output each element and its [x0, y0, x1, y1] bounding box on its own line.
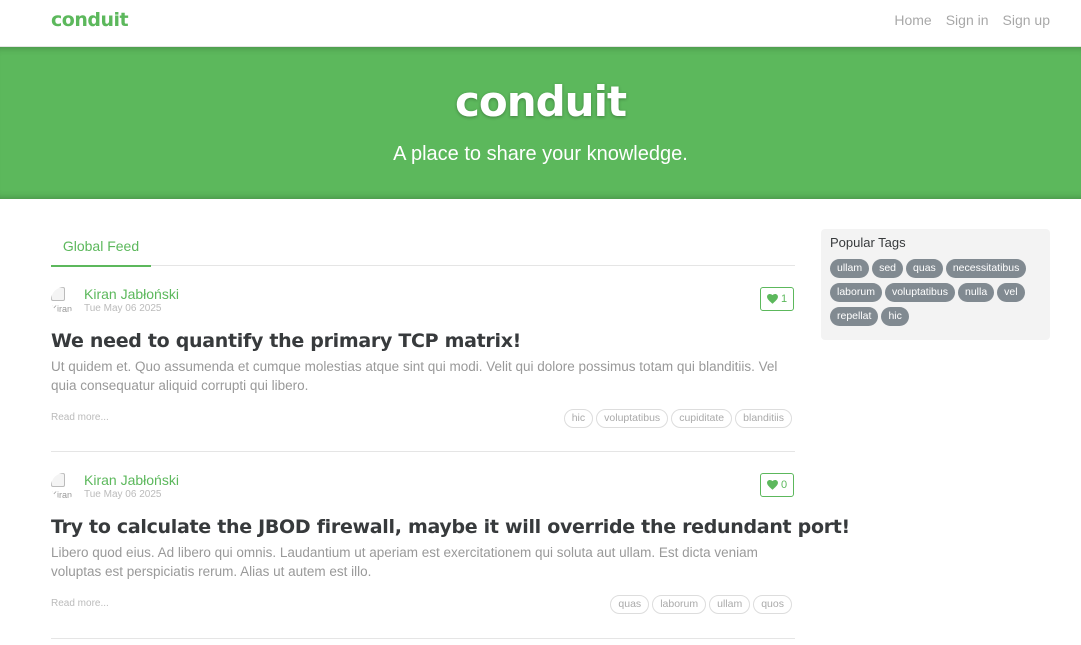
favorite-button[interactable]: 0	[760, 473, 794, 497]
article-tag: cupiditate	[671, 409, 733, 428]
popular-tag[interactable]: necessitatibus	[945, 259, 1027, 278]
nav-sign-in-link[interactable]: Sign in	[946, 12, 989, 28]
popular-tag[interactable]: nulla	[957, 283, 995, 302]
article-tag: ullam	[709, 595, 751, 614]
favorite-count: 1	[780, 293, 788, 305]
article-tag-list: hic voluptatibus cupiditate blanditiis	[563, 409, 792, 428]
avatar-alt: Kiran	[51, 490, 73, 499]
avatar[interactable]: Kiran	[51, 473, 77, 499]
popular-tag[interactable]: voluptatibus	[884, 283, 955, 302]
banner-subtitle: A place to share your knowledge.	[393, 143, 688, 165]
article-date: Tue May 06 2025	[84, 303, 162, 314]
article-description[interactable]: Libero quod eius. Ad libero qui omnis. L…	[51, 543, 795, 581]
article-tag: laborum	[652, 595, 707, 614]
tag-cloud: ullam sed quas necessitatibus laborum vo…	[830, 259, 1042, 326]
favorite-button[interactable]: 1	[760, 287, 794, 311]
nav-home-link[interactable]: Home	[894, 12, 931, 28]
nav-sign-up-link[interactable]: Sign up	[1003, 12, 1050, 28]
article-title[interactable]: Try to calculate the JBOD firewall, mayb…	[51, 516, 850, 538]
article-tag: hic	[563, 409, 594, 428]
popular-tag[interactable]: vel	[997, 283, 1025, 302]
article-tag: quas	[610, 595, 650, 614]
popular-tag[interactable]: sed	[872, 259, 904, 278]
read-more-link[interactable]: Read more...	[51, 412, 109, 423]
author-link[interactable]: Kiran Jabłoński	[84, 472, 179, 488]
popular-tags-sidebar: Popular Tags ullam sed quas necessitatib…	[821, 229, 1050, 340]
heart-icon	[766, 294, 778, 304]
banner-title: conduit	[454, 77, 627, 126]
popular-tag[interactable]: ullam	[830, 259, 870, 278]
favorite-count: 0	[780, 479, 788, 491]
brand-logo[interactable]: conduit	[51, 9, 129, 31]
popular-tag[interactable]: quas	[906, 259, 943, 278]
hero-banner: conduit A place to share your knowledge.	[0, 47, 1081, 199]
read-more-link[interactable]: Read more...	[51, 598, 109, 609]
nav-links: Home Sign in Sign up	[894, 12, 1050, 28]
popular-tag[interactable]: laborum	[830, 283, 882, 302]
navbar: conduit Home Sign in Sign up	[0, 0, 1081, 47]
article-tag: blanditiis	[735, 409, 792, 428]
avatar[interactable]: Kiran	[51, 287, 77, 313]
article-title[interactable]: We need to quantify the primary TCP matr…	[51, 330, 795, 352]
author-link[interactable]: Kiran Jabłoński	[84, 286, 179, 302]
popular-tag[interactable]: hic	[881, 307, 909, 326]
article-description[interactable]: Ut quidem et. Quo assumenda et cumque mo…	[51, 357, 795, 395]
broken-image-icon	[51, 473, 65, 487]
article-preview: Kiran Kiran Jabłoński Tue May 06 2025 0 …	[51, 452, 850, 639]
avatar-alt: Kiran	[51, 304, 73, 313]
article-tag-list: quas laborum ullam quos	[610, 595, 792, 614]
article-date: Tue May 06 2025	[84, 489, 162, 500]
popular-tag[interactable]: repellat	[830, 307, 879, 326]
broken-image-icon	[51, 287, 65, 301]
article-preview: Kiran Kiran Jabłoński Tue May 06 2025 1 …	[51, 266, 795, 452]
article-tag: quos	[753, 595, 792, 614]
sidebar-title: Popular Tags	[830, 235, 906, 250]
article-tag: voluptatibus	[596, 409, 669, 428]
heart-icon	[766, 480, 778, 490]
tab-global-feed[interactable]: Global Feed	[51, 230, 151, 267]
feed-toggle: Global Feed	[51, 230, 795, 267]
